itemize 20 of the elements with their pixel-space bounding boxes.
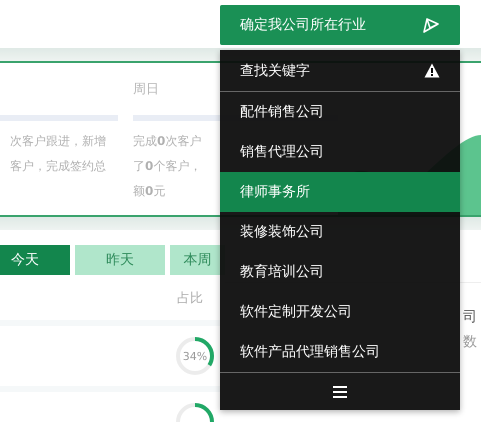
description-text: 数: [463, 333, 477, 351]
industry-button[interactable]: 确定我公司所在行业: [220, 5, 460, 45]
column-heading: 占比: [177, 290, 203, 306]
summary-text: 客户，完成签约总: [10, 158, 106, 175]
warning-icon: [424, 63, 440, 78]
summary-text: 了0个客户，: [133, 158, 202, 175]
menu-item[interactable]: 配件销售公司: [220, 92, 460, 132]
summary-text: 次客户跟进，新增: [10, 133, 106, 150]
summary-text: 完成0次客户: [133, 133, 202, 150]
menu-item[interactable]: 软件产品代理销售公司: [220, 332, 460, 372]
period-tab[interactable]: 今天: [0, 245, 70, 275]
search-item[interactable]: 查找关键字: [220, 50, 460, 92]
menu-item[interactable]: 销售代理公司: [220, 132, 460, 172]
progress-ring: 34%: [173, 334, 217, 378]
menu-icon[interactable]: [333, 386, 347, 398]
menu-item[interactable]: 律师事务所: [220, 172, 460, 212]
summary-text: 额0元: [133, 183, 166, 200]
company-text: 司: [463, 308, 477, 326]
column-heading: 周日: [133, 81, 159, 98]
menu-item[interactable]: 软件定制开发公司: [220, 292, 460, 332]
